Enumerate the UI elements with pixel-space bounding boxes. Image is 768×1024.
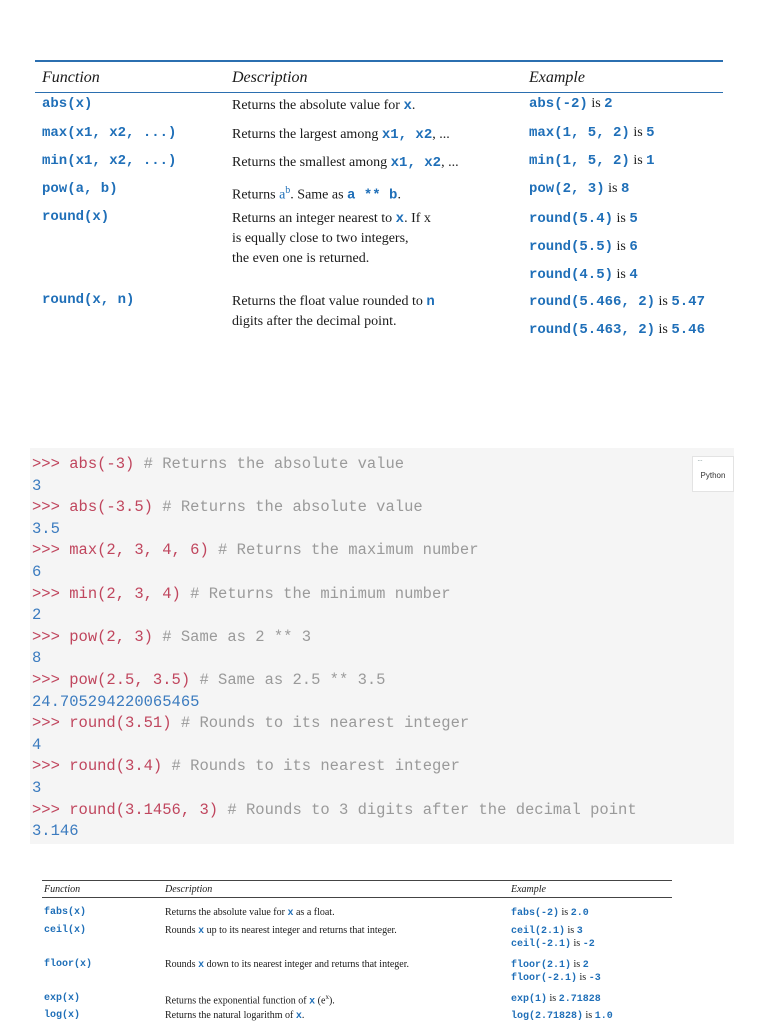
console-output-line: 2	[32, 606, 42, 625]
table-header: Function Description Example	[42, 881, 672, 897]
python-console: ··· Python >>> abs(-3) # Returns the abs…	[30, 448, 734, 844]
function-description: Rounds x down to its nearest integer and…	[165, 959, 410, 971]
function-description: Returns an integer nearest to x. If x is…	[232, 211, 431, 266]
function-example: abs(-2) is 2	[529, 96, 613, 112]
console-input-line: >>> pow(2.5, 3.5) # Same as 2.5 ** 3.5	[32, 670, 386, 689]
header-description: Description	[232, 69, 308, 86]
function-description: Returns the largest among x1, x2, ...	[232, 127, 450, 143]
header-function: Function	[44, 884, 81, 895]
function-description: Returns the absolute value for x as a fl…	[165, 907, 335, 919]
console-input-line: >>> pow(2, 3) # Same as 2 ** 3	[32, 627, 312, 646]
console-output-line: 8	[32, 649, 42, 668]
console-output-line: 6	[32, 562, 42, 581]
function-description: Returns the float value rounded to n dig…	[232, 294, 435, 329]
table-header-rule	[35, 92, 723, 93]
function-example: fabs(-2) is 2.0	[511, 907, 589, 919]
header-example: Example	[529, 69, 585, 86]
function-name: log(x)	[44, 1010, 81, 1021]
function-name: fabs(x)	[44, 907, 87, 918]
console-output-line: 3.5	[32, 519, 60, 538]
function-description: Rounds x up to its nearest integer and r…	[165, 925, 397, 937]
function-description: Returns the smallest among x1, x2, ...	[232, 155, 459, 171]
function-name: ceil(x)	[44, 925, 87, 936]
function-example: ceil(2.1) is 3 ceil(-2.1) is -2	[511, 925, 595, 950]
console-input-line: >>> max(2, 3, 4, 6) # Returns the maximu…	[32, 541, 479, 560]
function-example: round(5.466, 2) is 5.47 round(5.463, 2) …	[529, 294, 705, 338]
function-name: round(x)	[42, 209, 110, 225]
table-header-rule	[42, 897, 672, 898]
console-output-line: 3	[32, 476, 42, 495]
function-description: Returns ab. Same as a ** b.	[232, 185, 401, 204]
header-description: Description	[165, 884, 213, 895]
console-output-line: 24.705294220065465	[32, 692, 200, 711]
console-input-line: >>> round(3.4) # Rounds to its nearest i…	[32, 757, 460, 776]
ellipsis-icon: ···	[697, 456, 703, 465]
function-name: abs(x)	[42, 96, 93, 112]
console-input-line: >>> abs(-3.5) # Returns the absolute val…	[32, 498, 423, 517]
function-name: round(x, n)	[42, 292, 135, 308]
function-example: round(5.4) is 5 round(5.5) is 6 round(4.…	[529, 211, 638, 283]
function-example: log(2.71828) is 1.0	[511, 1010, 613, 1022]
header-function: Function	[42, 69, 100, 86]
python-language-badge: ··· Python	[692, 456, 734, 492]
header-example: Example	[511, 884, 546, 895]
function-name: exp(x)	[44, 993, 81, 1004]
function-description: Returns the exponential function of x (e…	[165, 993, 335, 1008]
function-example: exp(1) is 2.71828	[511, 993, 601, 1005]
console-output-line: 4	[32, 735, 42, 754]
console-output-line: 3.146	[32, 822, 79, 841]
function-name: pow(a, b)	[42, 181, 118, 197]
function-example: pow(2, 3) is 8	[529, 181, 630, 197]
console-input-line: >>> abs(-3) # Returns the absolute value	[32, 455, 405, 473]
function-name: floor(x)	[44, 959, 93, 970]
console-input-line: >>> min(2, 3, 4) # Returns the minimum n…	[32, 584, 451, 603]
function-description: Returns the absolute value for x.	[232, 98, 416, 114]
function-example: max(1, 5, 2) is 5	[529, 125, 655, 141]
function-name: min(x1, x2, ...)	[42, 153, 177, 169]
table-header: Function Description Example	[35, 62, 723, 92]
console-input-line: >>> round(3.51) # Rounds to its nearest …	[32, 714, 470, 733]
console-lines: >>> abs(-3) # Returns the absolute value…	[32, 454, 637, 843]
math-functions-table: Function Description Example abs(x) Retu…	[35, 60, 723, 338]
function-description: Returns the natural logarithm of x.	[165, 1010, 305, 1022]
function-example: min(1, 5, 2) is 1	[529, 153, 655, 169]
math-module-functions-table: Function Description Example fabs(x) Ret…	[42, 880, 672, 1022]
console-output-line: 3	[32, 778, 42, 797]
function-example: floor(2.1) is 2 floor(-2.1) is -3	[511, 959, 601, 984]
language-label: Python	[700, 471, 726, 480]
console-input-line: >>> round(3.1456, 3) # Rounds to 3 digit…	[32, 800, 637, 819]
function-name: max(x1, x2, ...)	[42, 125, 177, 141]
